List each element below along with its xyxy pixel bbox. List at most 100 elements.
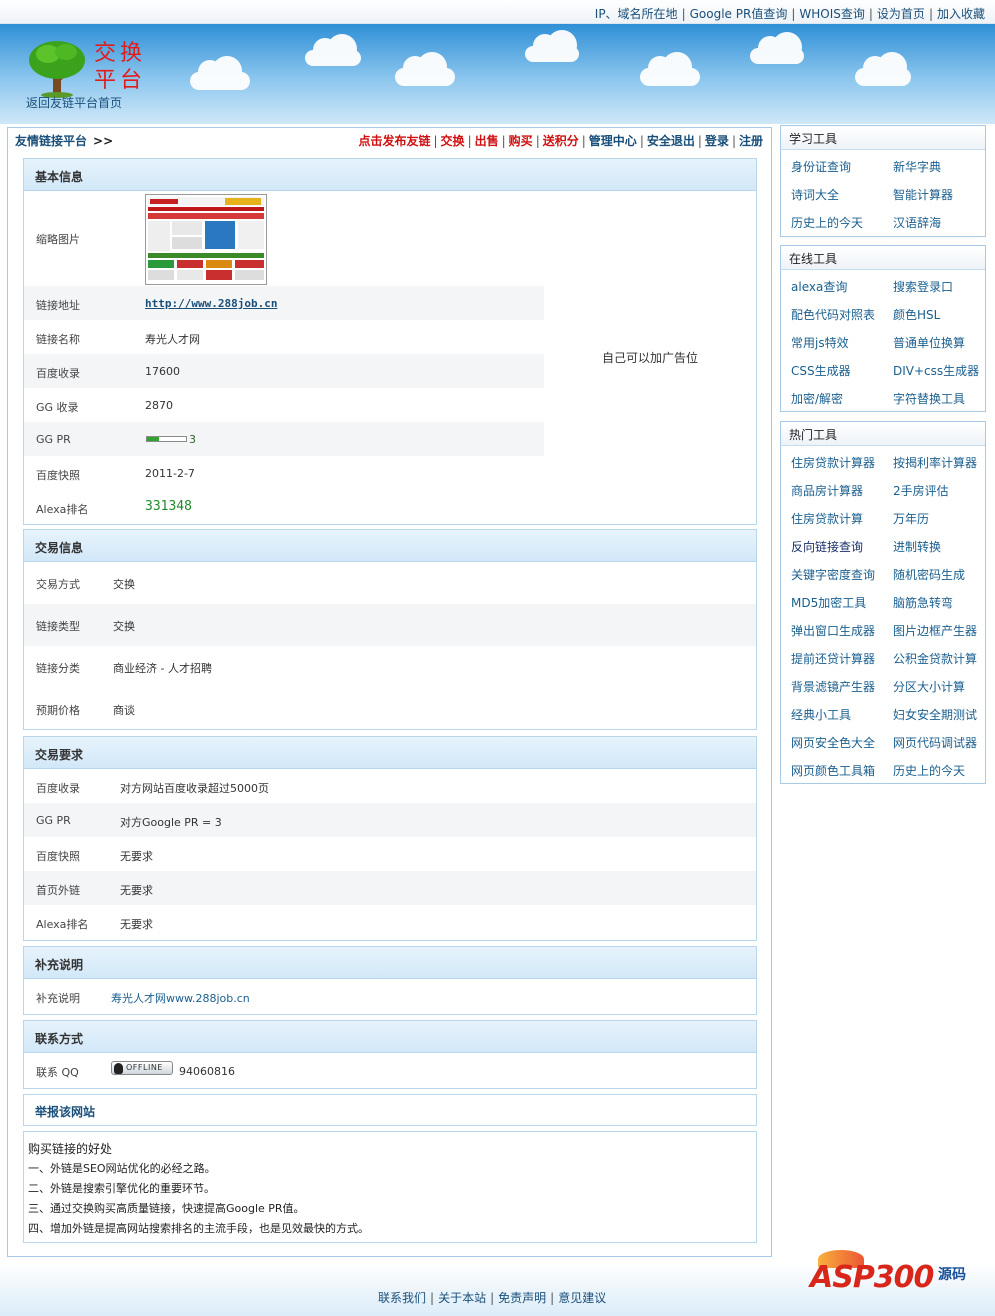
sidebar-item[interactable]: 配色代码对照表 [791, 306, 875, 323]
nav-admin-link[interactable]: 管理中心 [589, 134, 637, 148]
site-name-link[interactable]: 寿光人才网 [145, 331, 200, 347]
top-link-ip-location[interactable]: IP、域名所在地 [595, 7, 678, 21]
sidebar-item[interactable]: 常用js特效 [791, 334, 849, 351]
footer-about-link[interactable]: 关于本站 [438, 1291, 486, 1305]
cloud-decoration [395, 52, 455, 86]
sidebar-item[interactable]: 经典小工具 [791, 706, 851, 723]
sidebar-item[interactable]: 智能计算器 [893, 186, 953, 203]
baidu-snapshot-value: 2011-2-7 [145, 467, 195, 480]
pagerank-bar [146, 436, 187, 442]
sidebar-item[interactable]: 弹出窗口生成器 [791, 622, 875, 639]
benefit-item: 四、增加外链是提高网站搜索排名的主流手段，也是见效最快的方式。 [28, 1222, 369, 1235]
sidebar-item[interactable]: 分区大小计算 [893, 678, 965, 695]
nav-points-link[interactable]: 送积分 [543, 134, 579, 148]
sidebar-item[interactable]: 关键字密度查询 [791, 566, 875, 583]
sidebar-study-tools: 学习工具 身份证查询 新华字典 诗词大全 智能计算器 历史上的今天 汉语辞海 [780, 125, 986, 237]
sidebar-item[interactable]: 背景滤镜产生器 [791, 678, 875, 695]
cloud-decoration [750, 32, 804, 64]
nav-register-link[interactable]: 注册 [739, 134, 763, 148]
cloud-decoration [305, 34, 361, 66]
qq-status-badge[interactable]: OFFLINE [111, 1061, 173, 1075]
expected-price-row: 预期价格 商谈 [36, 704, 135, 717]
sidebar-item[interactable]: 随机密码生成 [893, 566, 965, 583]
sidebar-item[interactable]: 商品房计算器 [791, 482, 863, 499]
sidebar-item[interactable]: 普通单位换算 [893, 334, 965, 351]
sidebar-item[interactable]: 网页代码调试器 [893, 734, 977, 751]
sidebar-online-tools: 在线工具 alexa查询 搜索登录口 配色代码对照表 颜色HSL 常用js特效 … [780, 245, 986, 412]
qq-number: 94060816 [179, 1065, 235, 1078]
sidebar-item[interactable]: 历史上的今天 [893, 762, 965, 779]
thumbnail-row: 缩略图片 [24, 191, 544, 286]
site-url-link[interactable]: http://www.288job.cn [145, 297, 277, 310]
nav-sell-link[interactable]: 出售 [475, 134, 499, 148]
sidebar-item[interactable]: 妇女安全期测试 [893, 706, 977, 723]
panel-title: 联系方式 [24, 1021, 756, 1053]
nav-publish-link[interactable]: 点击发布友链 [358, 134, 430, 148]
google-index-value: 2870 [145, 399, 173, 412]
footer-contact-link[interactable]: 联系我们 [378, 1291, 426, 1305]
top-link-whois[interactable]: WHOIS查询 [799, 7, 865, 21]
baidu-index-value: 17600 [145, 365, 180, 378]
supplement-row: 补充说明 寿光人才网www.288job.cn [36, 992, 250, 1005]
sidebar-item[interactable]: 公积金贷款计算 [893, 650, 977, 667]
sidebar-title: 在线工具 [781, 246, 985, 270]
brand-link[interactable]: 友情链接平台 [15, 134, 87, 148]
sidebar-item[interactable]: 图片边框产生器 [893, 622, 977, 639]
sidebar-item[interactable]: 网页安全色大全 [791, 734, 875, 751]
sidebar-item[interactable]: 字符替换工具 [893, 390, 965, 407]
nav-login-link[interactable]: 登录 [705, 134, 729, 148]
site-thumbnail-image[interactable] [145, 194, 267, 285]
sidebar-item[interactable]: 搜索登录口 [893, 278, 953, 295]
sidebar-item[interactable]: 反向链接查询 [791, 538, 863, 555]
sidebar-item[interactable]: 历史上的今天 [791, 214, 863, 231]
footer-disclaimer-link[interactable]: 免责声明 [498, 1291, 546, 1305]
sidebar-item[interactable]: alexa查询 [791, 278, 847, 295]
tree-logo-icon [29, 41, 85, 98]
sidebar-item[interactable]: 汉语辞海 [893, 214, 941, 231]
sidebar-item[interactable]: 诗词大全 [791, 186, 839, 203]
nav-logout-link[interactable]: 安全退出 [647, 134, 695, 148]
sidebar-item[interactable]: 提前还贷计算器 [791, 650, 875, 667]
sidebar-item[interactable]: MD5加密工具 [791, 594, 866, 611]
footer-feedback-link[interactable]: 意见建议 [558, 1291, 606, 1305]
contact-panel: 联系方式 联系 QQ OFFLINE 94060816 [23, 1020, 757, 1089]
sidebar-item[interactable]: 颜色HSL [893, 306, 940, 323]
benefits-title: 购买链接的好处 [28, 1142, 113, 1156]
asp300-logo: ASP300 源码 [808, 1248, 978, 1300]
report-site-link[interactable]: 举报该网站 [35, 1103, 95, 1120]
sidebar-item[interactable]: 住房贷款计算 [791, 510, 863, 527]
site-header: 交换 平台 返回友链平台首页 [0, 24, 995, 124]
sidebar-item[interactable]: 加密/解密 [791, 390, 843, 407]
sidebar-item[interactable]: 万年历 [893, 510, 929, 527]
sidebar-item[interactable]: 2手房评估 [893, 482, 949, 499]
sidebar-item[interactable]: 身份证查询 [791, 158, 851, 175]
top-link-set-homepage[interactable]: 设为首页 [877, 7, 925, 21]
sidebar-item[interactable]: CSS生成器 [791, 362, 851, 379]
trade-info-panel: 交易信息 交易方式 交换 链接类型 交换 链接分类 商业经济 - 人才招聘 预期… [23, 529, 757, 730]
nav-exchange-link[interactable]: 交换 [441, 134, 465, 148]
panel-title: 基本信息 [24, 159, 756, 191]
sidebar-item[interactable]: 按揭利率计算器 [893, 454, 977, 471]
google-pr-row: GG PR 3 [24, 422, 544, 456]
supplement-value: 寿光人才网www.288job.cn [111, 992, 250, 1005]
sidebar-item[interactable]: 网页颜色工具箱 [791, 762, 875, 779]
benefit-item: 二、外链是搜索引擎优化的重要环节。 [28, 1182, 215, 1195]
sidebar-item[interactable]: 脑筋急转弯 [893, 594, 953, 611]
top-link-pr-query[interactable]: Google PR值查询 [690, 7, 788, 21]
sidebar-item[interactable]: 进制转换 [893, 538, 941, 555]
panel-title: 交易要求 [24, 737, 756, 769]
back-home-link[interactable]: 返回友链平台首页 [26, 94, 122, 111]
trade-method-row: 交易方式 交换 [36, 578, 135, 591]
pagerank-bar-fill [147, 437, 159, 441]
nav-brand: 友情链接平台 >> [15, 134, 114, 148]
baidu-index-row: 百度收录 17600 [24, 354, 544, 388]
sidebar-item[interactable]: 新华字典 [893, 158, 941, 175]
nav-buy-link[interactable]: 购买 [509, 134, 533, 148]
sidebar-item[interactable]: 住房贷款计算器 [791, 454, 875, 471]
cloud-decoration [525, 30, 579, 62]
sidebar-item[interactable]: DIV+css生成器 [893, 362, 979, 379]
panel-title: 补充说明 [24, 947, 756, 979]
top-link-add-favorite[interactable]: 加入收藏 [937, 7, 985, 21]
link-url-row: 链接地址 http://www.288job.cn [24, 286, 544, 320]
cloud-decoration [640, 52, 700, 86]
